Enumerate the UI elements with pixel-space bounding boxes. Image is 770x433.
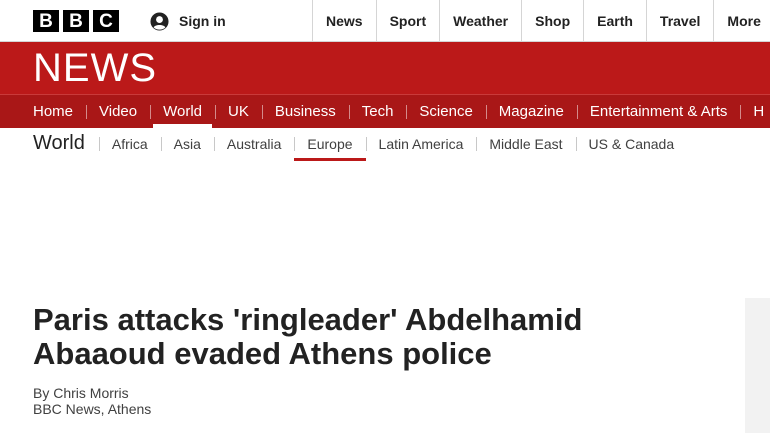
logo-letter-c: C	[93, 10, 119, 32]
section-nav: Home Video World UK Business Tech Scienc…	[0, 94, 770, 128]
sub-nav-title[interactable]: World	[33, 132, 85, 155]
sign-in-link[interactable]: Sign in	[150, 11, 226, 31]
top-nav: News Sport Weather Shop Earth Travel Mor…	[312, 0, 770, 41]
sub-nav-middle-east[interactable]: Middle East	[476, 127, 575, 160]
sub-nav-latin-america[interactable]: Latin America	[365, 127, 477, 160]
sign-in-label: Sign in	[179, 13, 226, 29]
top-nav-more[interactable]: More	[713, 0, 770, 41]
top-nav-shop[interactable]: Shop	[521, 0, 583, 41]
news-section-title[interactable]: NEWS	[33, 47, 157, 89]
sub-nav-europe[interactable]: Europe	[294, 127, 366, 161]
top-nav-earth[interactable]: Earth	[583, 0, 646, 41]
top-nav-news[interactable]: News	[312, 0, 376, 41]
section-nav-tech[interactable]: Tech	[348, 95, 407, 128]
world-sub-nav: World Africa Asia Australia Europe Latin…	[0, 127, 770, 161]
section-nav-business[interactable]: Business	[261, 95, 349, 128]
section-nav-magazine[interactable]: Magazine	[485, 95, 577, 128]
byline-location: BBC News, Athens	[33, 401, 152, 417]
bbc-logo[interactable]: B B C	[33, 10, 119, 32]
section-nav-world[interactable]: World	[150, 95, 215, 128]
logo-letter-b2: B	[63, 10, 89, 32]
section-nav-science[interactable]: Science	[406, 95, 485, 128]
user-icon	[150, 11, 169, 31]
section-nav-video[interactable]: Video	[86, 95, 150, 128]
top-nav-weather[interactable]: Weather	[439, 0, 521, 41]
article-headline: Paris attacks 'ringleader' Abdelhamid Ab…	[33, 302, 583, 371]
top-bar: B B C Sign in News Sport Weather Shop Ea…	[0, 0, 770, 42]
section-nav-home[interactable]: Home	[0, 95, 86, 128]
section-nav-entertainment-arts[interactable]: Entertainment & Arts	[576, 95, 741, 128]
byline-author: By Chris Morris	[33, 385, 129, 401]
top-nav-travel[interactable]: Travel	[645, 0, 713, 41]
section-nav-truncated[interactable]: H	[740, 95, 770, 128]
logo-letter-b1: B	[33, 10, 59, 32]
sub-nav-us-canada[interactable]: US & Canada	[575, 127, 688, 160]
sub-nav-asia[interactable]: Asia	[160, 127, 214, 160]
top-nav-sport[interactable]: Sport	[375, 0, 440, 41]
news-banner: NEWS	[0, 42, 770, 94]
section-nav-uk[interactable]: UK	[215, 95, 262, 128]
sub-nav-africa[interactable]: Africa	[98, 127, 161, 160]
article-byline: By Chris Morris BBC News, Athens	[33, 385, 151, 417]
sub-nav-australia[interactable]: Australia	[213, 127, 294, 160]
side-panel	[745, 298, 770, 433]
